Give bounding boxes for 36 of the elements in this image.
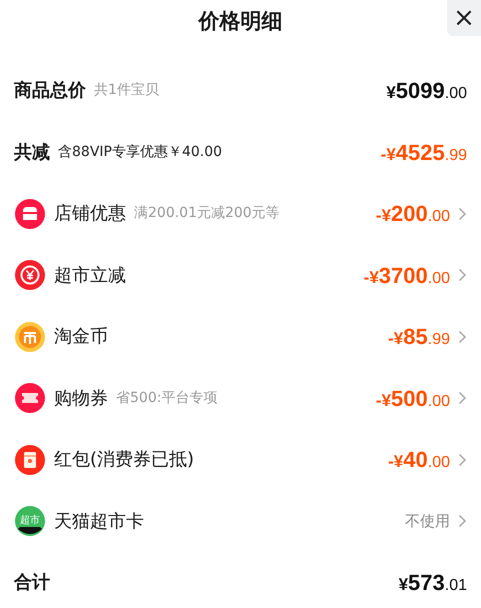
row-label: 合计 [14, 571, 50, 596]
row-label: 共减 [14, 140, 50, 165]
chevron-right-icon[interactable] [458, 391, 467, 406]
amount: -¥3700.00 [364, 262, 450, 290]
amount: -¥85.99 [388, 323, 450, 352]
row-label: 淘金币 [54, 325, 108, 350]
chevron-right-icon[interactable] [458, 452, 467, 467]
row-value: 不使用 [405, 511, 450, 532]
amount: ¥573.01 [398, 569, 467, 598]
row-label: 商品总价 [14, 79, 86, 104]
page-title: 价格明细 [198, 8, 282, 36]
chevron-right-icon[interactable] [458, 206, 467, 221]
chevron-right-icon[interactable] [458, 514, 467, 528]
row-label: 红包(消费券已抵) [54, 448, 194, 472]
row-label: 店铺优惠 [54, 202, 126, 226]
amount: ¥5099.00 [386, 77, 467, 106]
row-label: 超市立减 [54, 264, 126, 288]
chevron-right-icon[interactable] [458, 268, 467, 282]
chevron-right-icon[interactable] [458, 330, 467, 344]
amount: -¥4525.99 [380, 138, 467, 167]
ticket-icon [14, 382, 46, 414]
row-note: 满200.01元减200元等 [134, 204, 280, 224]
tmall-card-icon: 超市 [14, 505, 46, 538]
coin-icon [14, 320, 46, 353]
row-label: 购物券 [54, 386, 108, 411]
row-label: 天猫超市卡 [54, 510, 144, 534]
close-button[interactable]: × [447, 0, 481, 36]
row-note: 共1件宝贝 [94, 81, 159, 100]
amount: -¥500.00 [376, 384, 450, 413]
row-note: 省500:平台专项 [116, 388, 218, 408]
envelope-icon [14, 444, 46, 476]
row-note: 含88VIP专享优惠￥40.00 [58, 142, 222, 162]
amount: -¥40.00 [388, 446, 450, 474]
amount: -¥200.00 [376, 200, 450, 228]
shop-icon [14, 198, 46, 230]
yen-icon [14, 259, 46, 292]
